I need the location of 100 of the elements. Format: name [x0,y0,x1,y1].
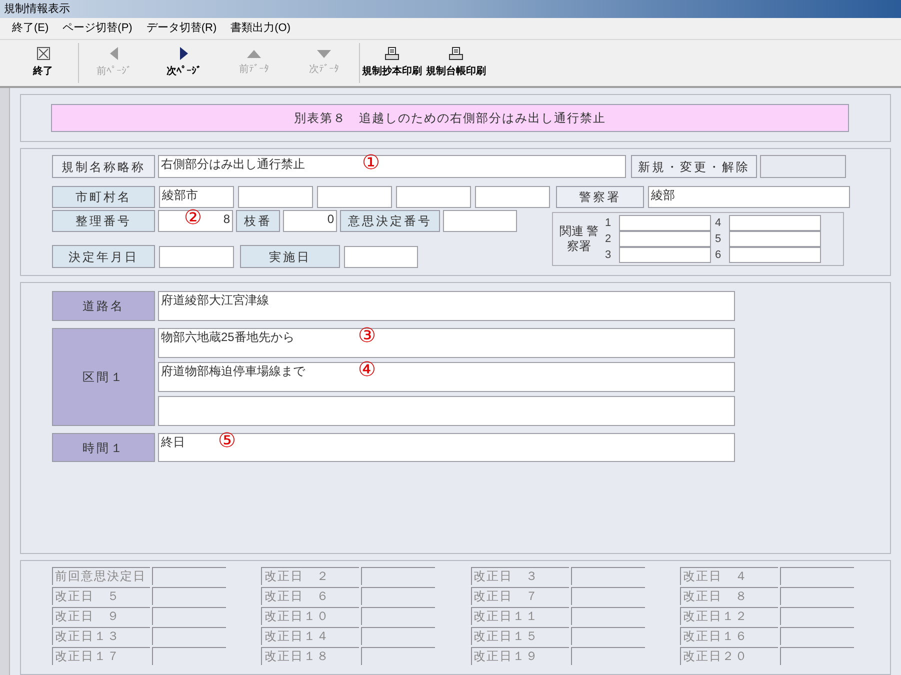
field-label: 市町村名 [52,186,155,208]
input-field[interactable] [361,627,436,645]
field-label: 改正日１７ [52,647,150,665]
field-label: 警察署 [556,186,644,208]
field-label: 改正日 ９ [52,607,150,625]
input-field[interactable] [158,396,735,426]
input-field[interactable] [729,215,821,231]
input-field[interactable] [152,627,226,645]
input-field[interactable] [396,186,471,208]
input-field[interactable] [619,247,711,263]
field-label: 改正日 ６ [261,587,360,605]
input-field[interactable] [152,607,226,625]
input-field[interactable] [780,607,854,625]
menu-item[interactable]: 終了(E) [12,20,49,37]
field-label: 改正日２０ [680,647,778,665]
annotation-marker: ③ [358,326,376,346]
field-label: 道路名 [52,291,155,321]
input-field[interactable]: 綾部市 [159,186,234,208]
field-label: 改正日１６ [680,627,778,645]
field-label: 改正日１２ [680,607,778,625]
field-label: 規制名称略称 [52,155,155,178]
field-label: 決定年月日 [52,245,155,268]
input-field[interactable] [729,231,821,247]
input-field[interactable] [570,567,644,585]
field-label: 前回意思決定日 [52,567,150,585]
annotation-marker: ⑤ [218,431,236,451]
input-field[interactable] [570,627,644,645]
input-field[interactable] [780,567,854,585]
field-label: 改正日 ７ [470,587,568,605]
field-label: 改正日１８ [261,647,360,665]
toolbar-button[interactable]: 規制抄本印刷 [360,43,424,83]
input-field[interactable] [361,567,436,585]
field-label: 整理番号 [52,210,155,232]
row-number: 1 [605,216,612,231]
field-label: 改正日１９ [470,647,568,665]
input-field[interactable] [361,607,436,625]
input-field[interactable] [570,607,644,625]
toolbar-button[interactable]: 規制台帳印刷 [424,43,488,83]
field-label: 改正日 ４ [680,567,778,585]
row-number: 4 [715,216,722,231]
field-label: 改正日 ８ [680,587,778,605]
menu-item[interactable]: 書類出力(O) [230,20,291,37]
field-label: 改正日１５ [470,627,568,645]
input-field[interactable]: 府道綾部大江宮津線 [158,291,735,321]
annotation-marker: ④ [358,360,376,380]
row-number: 6 [715,248,722,263]
input-field[interactable] [152,587,226,605]
input-field[interactable] [729,247,821,263]
window-title: 規制情報表示 [4,2,70,17]
input-field[interactable] [152,567,226,585]
field-label: 時間１ [52,433,155,462]
input-field[interactable] [780,627,854,645]
input-field[interactable] [361,587,436,605]
left-arrow-icon [110,47,118,60]
header-banner: 別表第８ 追越しのための右側部分はみ出し通行禁止 [51,104,849,132]
field-label: 改正日１４ [261,627,360,645]
input-field[interactable] [570,587,644,605]
toolbar-button[interactable]: 次ﾍﾟｰｼﾞ [149,43,219,83]
field-label: 改正日１３ [52,627,150,645]
up-arrow-icon [247,50,261,58]
field-label: 改正日 ５ [52,587,150,605]
input-field[interactable] [475,186,550,208]
input-field[interactable] [361,647,436,665]
toolbar-button[interactable]: 終了 [8,43,78,83]
status-field[interactable] [760,155,846,178]
row-number: 3 [605,248,612,263]
field-label: 改正日１１ [470,607,568,625]
input-field[interactable] [238,186,313,208]
printer-icon [449,47,463,60]
field-label: 改正日 ２ [261,567,360,585]
menu-item[interactable]: ページ切替(P) [62,20,132,37]
input-field[interactable] [619,231,711,247]
field-label: 改正日１０ [261,607,360,625]
printer-icon [385,47,399,60]
input-field[interactable] [344,246,418,268]
field-label: 新規・変更・解除 [631,155,757,178]
related-police-label: 関連 警察署 [558,224,600,254]
field-label: 区間１ [52,328,155,426]
input-field[interactable]: 綾部 [648,186,850,208]
close-box-icon [36,47,50,60]
input-field[interactable] [159,246,234,268]
field-label: 実施日 [240,245,340,268]
row-number: 2 [605,232,612,247]
field-label: 枝番 [236,210,280,232]
input-field[interactable]: 0 [283,210,337,232]
input-field[interactable] [570,647,644,665]
input-field[interactable] [780,587,854,605]
right-arrow-icon [180,47,188,60]
down-arrow-icon [317,50,331,58]
field-label: 意思決定番号 [340,210,440,232]
annotation-marker: ② [184,208,202,228]
input-field[interactable] [443,210,517,232]
input-field[interactable] [780,647,854,665]
field-label: 改正日 ３ [470,567,568,585]
menu-item[interactable]: データ切替(R) [146,20,217,37]
annotation-marker: ① [362,153,380,173]
input-field[interactable] [619,215,711,231]
row-number: 5 [715,232,722,247]
input-field[interactable] [317,186,392,208]
input-field[interactable] [152,647,226,665]
